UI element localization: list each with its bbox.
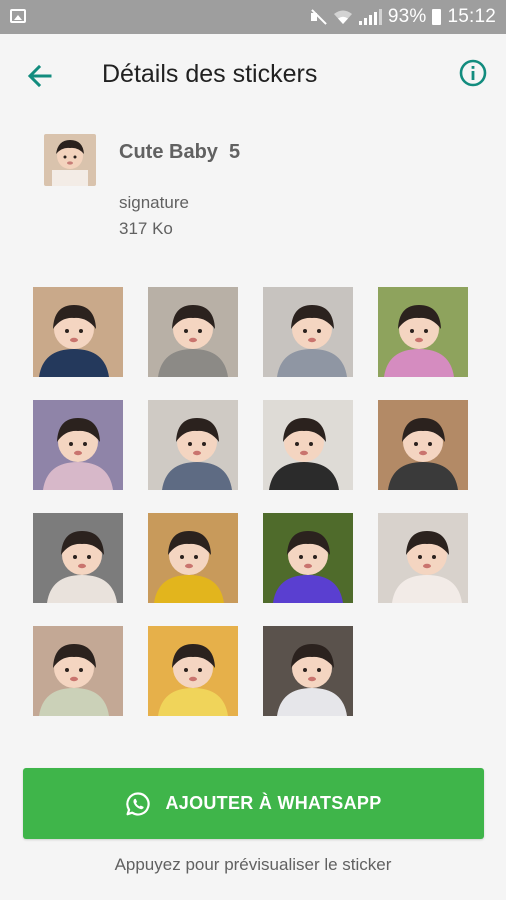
pack-number: 5 bbox=[229, 141, 241, 163]
add-button-label: AJOUTER À WHATSAPP bbox=[165, 793, 382, 813]
clock: 15:12 bbox=[447, 6, 496, 27]
status-bar: 93% 15:12 bbox=[0, 0, 506, 34]
pack-title: Cute Baby 5 bbox=[119, 141, 240, 164]
sticker-thumbnail[interactable] bbox=[148, 626, 238, 716]
sticker-thumbnail[interactable] bbox=[33, 400, 123, 490]
app-bar: Détails des stickers bbox=[0, 34, 506, 118]
info-circle-icon[interactable] bbox=[458, 58, 488, 88]
sticker-thumbnail[interactable] bbox=[263, 287, 353, 377]
sticker-thumbnail[interactable] bbox=[378, 513, 468, 603]
sticker-thumbnail[interactable] bbox=[33, 287, 123, 377]
mute-icon bbox=[309, 8, 327, 26]
sticker-thumbnail[interactable] bbox=[148, 287, 238, 377]
battery-icon bbox=[432, 9, 442, 25]
battery-percent: 93% bbox=[387, 6, 427, 27]
page-title: Détails des stickers bbox=[102, 60, 318, 88]
sticker-thumbnail[interactable] bbox=[263, 626, 353, 716]
preview-hint: Appuyez pour prévisualiser le sticker bbox=[114, 855, 392, 874]
pack-size: 317 Ko bbox=[119, 219, 173, 238]
sticker-thumbnail[interactable] bbox=[378, 287, 468, 377]
wifi-icon bbox=[333, 10, 352, 24]
arrow-left-icon[interactable] bbox=[24, 60, 56, 92]
sticker-thumbnail[interactable] bbox=[148, 400, 238, 490]
whatsapp-icon bbox=[126, 791, 151, 816]
sticker-thumbnail[interactable] bbox=[33, 626, 123, 716]
gallery-notification-icon bbox=[10, 9, 26, 23]
sticker-grid bbox=[33, 287, 473, 716]
status-icons: 93% 15:12 bbox=[309, 6, 496, 28]
pack-publisher: signature bbox=[119, 193, 189, 212]
signal-icon bbox=[358, 9, 382, 25]
add-to-whatsapp-button[interactable]: AJOUTER À WHATSAPP bbox=[23, 768, 484, 839]
sticker-thumbnail[interactable] bbox=[263, 400, 353, 490]
sticker-thumbnail[interactable] bbox=[33, 513, 123, 603]
pack-tray-image bbox=[44, 134, 96, 186]
sticker-thumbnail[interactable] bbox=[378, 400, 468, 490]
sticker-thumbnail[interactable] bbox=[263, 513, 353, 603]
pack-name: Cute Baby bbox=[119, 141, 218, 163]
sticker-thumbnail[interactable] bbox=[148, 513, 238, 603]
